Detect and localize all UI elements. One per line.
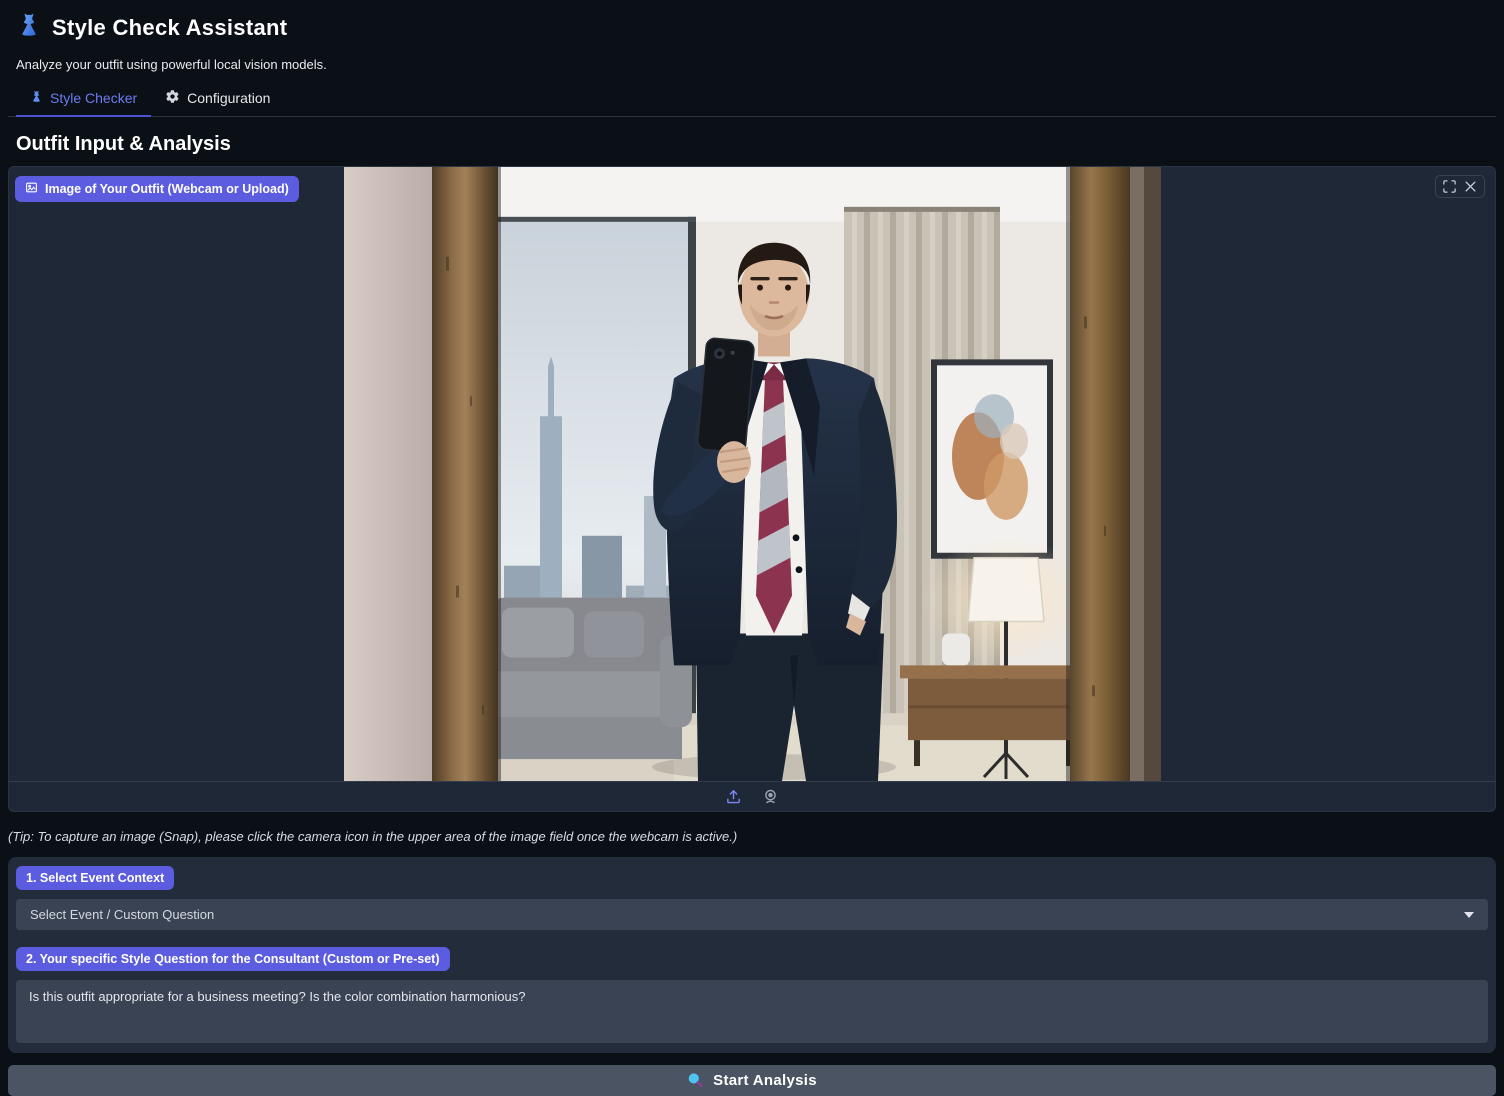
tabbar: Style Checker Configuration — [8, 82, 1496, 117]
image-toolbar — [1435, 175, 1485, 198]
event-context-label: 1. Select Event Context — [16, 866, 174, 890]
dress-icon — [16, 12, 42, 43]
webcam-icon[interactable] — [762, 788, 779, 805]
snap-tip: (Tip: To capture an image (Snap), please… — [8, 829, 1488, 844]
fullscreen-icon[interactable] — [1442, 179, 1457, 194]
outfit-image-panel: Image of Your Outfit (Webcam or Upload) — [8, 166, 1496, 812]
page: Style Check Assistant Analyze your outfi… — [0, 0, 1504, 1096]
tab-label: Style Checker — [50, 90, 137, 106]
section-heading: Outfit Input & Analysis — [16, 133, 1488, 156]
tab-style-checker[interactable]: Style Checker — [16, 82, 151, 117]
start-analysis-label: Start Analysis — [713, 1072, 817, 1089]
event-dropdown-value: Select Event / Custom Question — [30, 907, 1464, 922]
tab-configuration[interactable]: Configuration — [151, 82, 284, 116]
app-header: Style Check Assistant Analyze your outfi… — [8, 8, 1496, 72]
gear-icon — [165, 89, 180, 107]
image-source-bar — [9, 781, 1495, 811]
outfit-photo — [344, 167, 1161, 781]
magnifier-icon — [687, 1072, 704, 1089]
event-dropdown[interactable]: Select Event / Custom Question — [16, 899, 1488, 930]
dress-icon — [30, 90, 43, 106]
page-subtitle: Analyze your outfit using powerful local… — [16, 57, 1488, 72]
photo-area — [9, 167, 1495, 781]
chevron-down-icon — [1464, 912, 1474, 918]
page-title: Style Check Assistant — [52, 15, 287, 41]
upload-icon[interactable] — [725, 788, 742, 805]
style-question-input[interactable]: Is this outfit appropriate for a busines… — [16, 980, 1488, 1043]
analysis-form: 1. Select Event Context Select Event / C… — [8, 857, 1496, 1053]
tab-label: Configuration — [187, 90, 270, 106]
start-analysis-button[interactable]: Start Analysis — [8, 1065, 1496, 1096]
image-icon — [25, 181, 38, 197]
style-question-label: 2. Your specific Style Question for the … — [16, 947, 450, 971]
image-field-label: Image of Your Outfit (Webcam or Upload) — [15, 176, 299, 202]
close-icon[interactable] — [1463, 179, 1478, 194]
